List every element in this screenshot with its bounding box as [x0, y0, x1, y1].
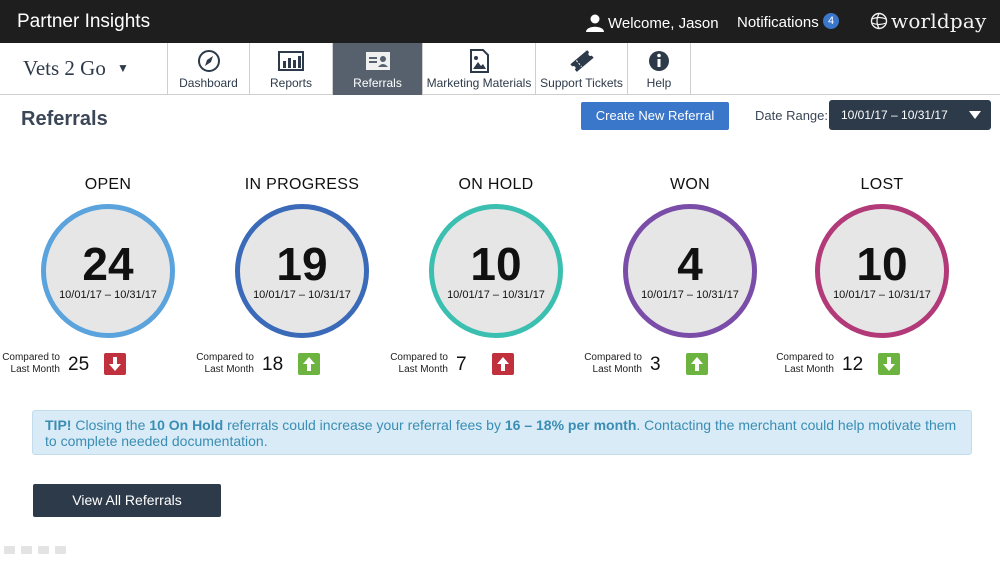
status-title: WON: [669, 176, 710, 193]
welcome-text: Welcome, Jason: [608, 14, 719, 32]
status-ring[interactable]: 10 10/01/17 – 10/31/17: [815, 204, 949, 338]
pen-icon[interactable]: [21, 546, 32, 554]
nav-bar: Vets 2 Go ▼ Dashboard Reports Referrals: [0, 43, 1000, 95]
compare-value: 7: [456, 354, 467, 375]
status-dates: 10/01/17 – 10/31/17: [833, 289, 931, 301]
status-ring[interactable]: 10 10/01/17 – 10/31/17: [429, 204, 563, 338]
ticket-icon: [569, 50, 594, 72]
status-count: 19: [276, 238, 328, 290]
compare-value: 25: [68, 354, 90, 375]
forward-icon[interactable]: [55, 546, 66, 554]
tab-label: Dashboard: [179, 76, 238, 90]
status-title: LOST: [860, 176, 904, 193]
compare-label: Compared to Last Month: [390, 352, 448, 375]
user-menu[interactable]: Welcome, Jason: [585, 13, 719, 33]
tip-text: referrals could increase your referral f…: [223, 417, 505, 433]
status-title: IN PROGRESS: [244, 176, 360, 193]
status-title: ON HOLD: [458, 176, 534, 193]
tab-label: Help: [646, 76, 672, 90]
tip-banner: TIP! Closing the 10 On Hold referrals co…: [32, 410, 972, 455]
logo-text: worldpay: [891, 9, 987, 33]
compare-value: 18: [262, 354, 284, 375]
tab-reports[interactable]: Reports: [250, 43, 333, 95]
back-icon[interactable]: [4, 546, 15, 554]
account-selector[interactable]: Vets 2 Go ▼: [0, 43, 168, 95]
image-file-icon: [470, 49, 489, 73]
caret-down-icon: [969, 111, 981, 119]
globe-icon: [870, 12, 888, 30]
date-range-value: 10/01/17 – 10/31/17: [841, 108, 948, 122]
view-all-referrals-button[interactable]: View All Referrals: [33, 484, 221, 517]
compass-icon: [197, 50, 220, 72]
status-dates: 10/01/17 – 10/31/17: [447, 289, 545, 301]
tip-prefix: TIP!: [45, 417, 72, 433]
trend-up-icon: [686, 353, 708, 375]
tab-label: Support Tickets: [540, 76, 623, 90]
trend-up-icon: [298, 353, 320, 375]
tab-marketing-materials[interactable]: Marketing Materials: [423, 43, 536, 95]
status-ring[interactable]: 24 10/01/17 – 10/31/17: [41, 204, 175, 338]
compare-label: Compared to Last Month: [2, 352, 60, 375]
status-count: 4: [677, 238, 703, 290]
status-dates: 10/01/17 – 10/31/17: [641, 289, 739, 301]
status-title: OPEN: [84, 176, 132, 193]
date-range-select[interactable]: 10/01/17 – 10/31/17: [829, 100, 991, 130]
tab-label: Marketing Materials: [426, 76, 532, 90]
menu-icon[interactable]: [38, 546, 49, 554]
user-icon: [586, 14, 604, 32]
status-won: WON 4 10/01/17 – 10/31/17 Compared to La…: [584, 176, 790, 386]
status-on-hold: ON HOLD 10 10/01/17 – 10/31/17 Compared …: [390, 176, 596, 386]
status-count: 10: [856, 238, 908, 290]
tab-help[interactable]: Help: [628, 43, 691, 95]
trend-down-icon: [878, 353, 900, 375]
tip-highlight: 10 On Hold: [149, 417, 224, 433]
status-count: 24: [82, 238, 134, 290]
page-title: Referrals: [21, 108, 108, 130]
tab-support-tickets[interactable]: Support Tickets: [536, 43, 628, 95]
status-count: 10: [470, 238, 522, 290]
notifications-link[interactable]: Notifications: [737, 14, 819, 31]
compare-value: 12: [842, 354, 864, 375]
tab-label: Reports: [269, 76, 313, 90]
status-in-progress: IN PROGRESS 19 10/01/17 – 10/31/17 Compa…: [196, 176, 402, 386]
status-lost: LOST 10 10/01/17 – 10/31/17 Compared to …: [776, 176, 982, 386]
compare-label: Compared to Last Month: [584, 352, 642, 375]
notifications-badge[interactable]: 4: [823, 13, 839, 29]
tip-highlight: 16 – 18% per month: [504, 417, 637, 433]
compare-label: Compared to Last Month: [196, 352, 254, 375]
tip-text: Closing the: [71, 417, 150, 433]
slide-toolbar: [4, 546, 66, 554]
id-card-icon: [365, 52, 390, 70]
tab-dashboard[interactable]: Dashboard: [168, 43, 250, 95]
app-title: Partner Insights: [17, 11, 151, 32]
account-name: Vets 2 Go: [23, 56, 106, 80]
status-ring[interactable]: 4 10/01/17 – 10/31/17: [623, 204, 757, 338]
info-icon: [649, 51, 669, 71]
status-open: OPEN 24 10/01/17 – 10/31/17 Compared to …: [2, 176, 208, 386]
top-bar: Partner Insights Welcome, Jason Notifica…: [0, 0, 1000, 43]
bar-chart-icon: [278, 51, 304, 71]
create-new-referral-button[interactable]: Create New Referral: [581, 102, 729, 130]
compare-value: 3: [650, 354, 661, 375]
worldpay-logo: worldpay: [870, 9, 987, 33]
compare-label: Compared to Last Month: [776, 352, 834, 375]
tab-label: Referrals: [353, 76, 402, 90]
status-dates: 10/01/17 – 10/31/17: [59, 289, 157, 301]
trend-up-icon: [492, 353, 514, 375]
tab-referrals[interactable]: Referrals: [333, 43, 423, 95]
status-dates: 10/01/17 – 10/31/17: [253, 289, 351, 301]
status-ring[interactable]: 19 10/01/17 – 10/31/17: [235, 204, 369, 338]
trend-down-icon: [104, 353, 126, 375]
caret-down-icon: ▼: [117, 61, 129, 75]
date-range-label: Date Range:: [755, 108, 828, 123]
